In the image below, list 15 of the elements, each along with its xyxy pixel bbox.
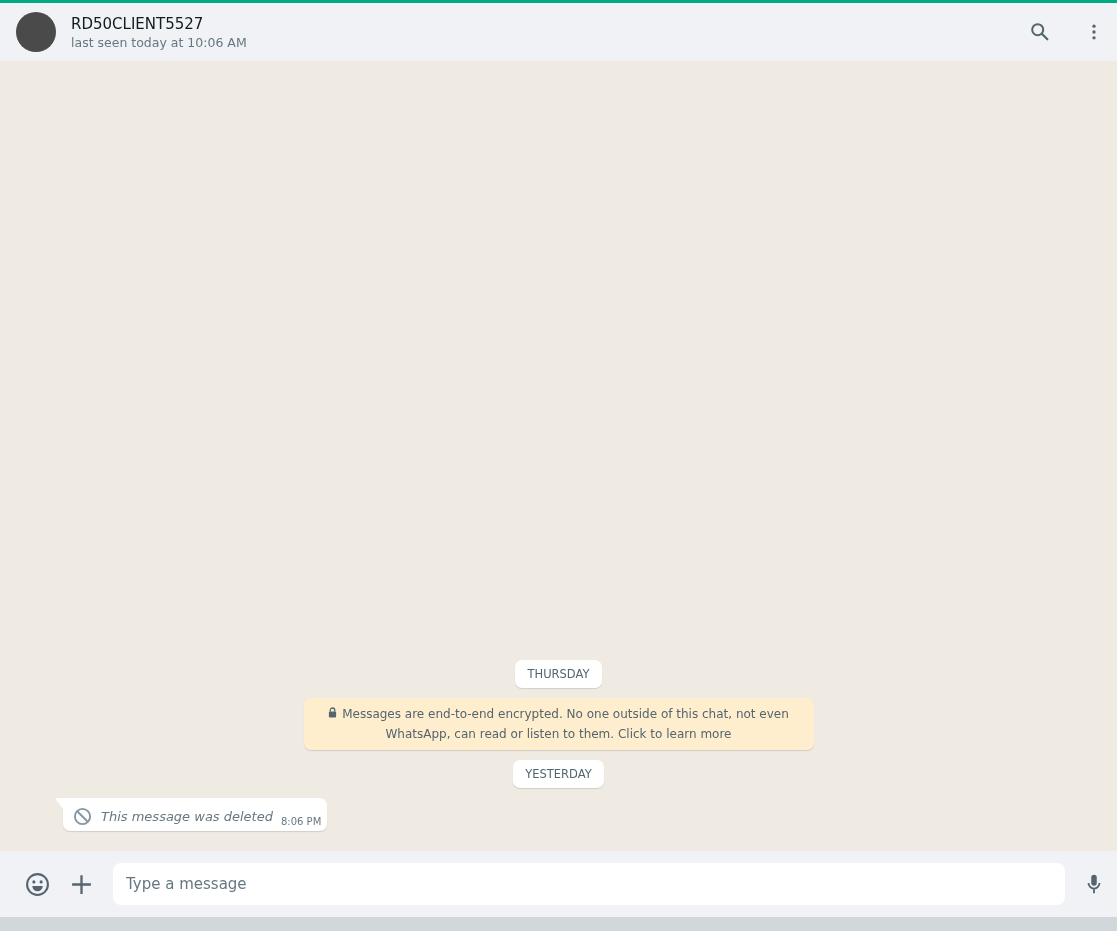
smiley-icon[interactable]: [25, 871, 50, 897]
encryption-notice[interactable]: Messages are end-to-end encrypted. No one outside of this chat, not even WhatsApp, can read or listen to them. Click to learn more: [303, 698, 814, 750]
message-input-field[interactable]: Type a message: [113, 863, 1065, 905]
search-icon[interactable]: [1029, 21, 1051, 43]
prohibited-icon: [73, 807, 92, 826]
avatar-photo-placeholder[interactable]: [16, 12, 56, 52]
encryption-notice-text: Messages are end-to-end encrypted. No one outside of this chat, not even WhatsApp, can read or listen to them. Click to learn more: [342, 707, 789, 741]
date-label: YESTERDAY: [513, 760, 604, 788]
contact-name[interactable]: RD50CLIENT5527: [71, 14, 1001, 33]
deleted-message-text: This message was deleted: [101, 809, 273, 824]
menu-icon[interactable]: [1091, 22, 1097, 42]
lock-icon: [328, 707, 338, 718]
message-time: 8:06 PM: [280, 816, 322, 827]
last-seen-status: last seen today at 10:06 AM: [71, 34, 248, 50]
date-label: THURSDAY: [515, 660, 602, 688]
